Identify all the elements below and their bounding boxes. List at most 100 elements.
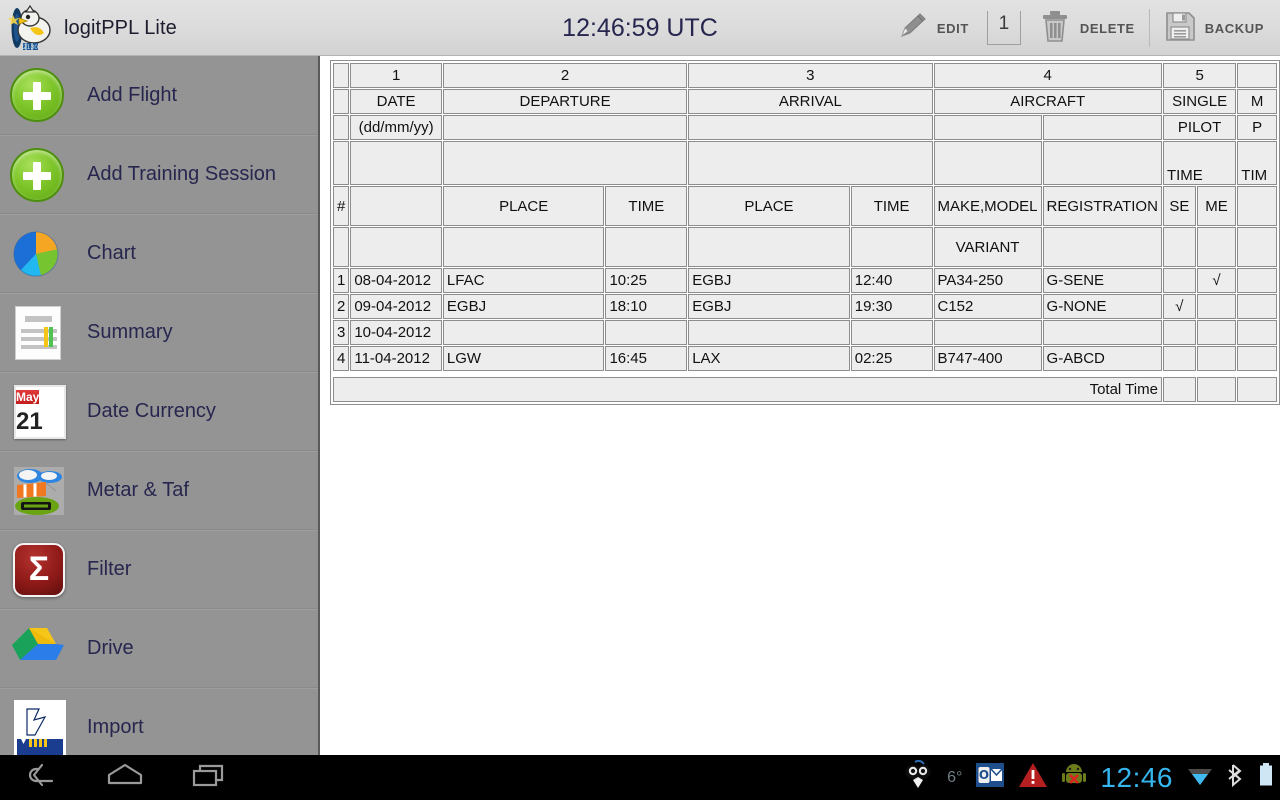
- delete-button[interactable]: DELETE: [1031, 0, 1143, 56]
- group-header-date: DATE: [350, 89, 442, 114]
- cell-se[interactable]: √: [1162, 294, 1196, 319]
- import-icon: [8, 698, 68, 755]
- brand-area: 2130 logitPPL Lite: [6, 0, 177, 56]
- cell-departure-time[interactable]: [605, 320, 688, 345]
- cell-date[interactable]: 11-04-2012: [350, 346, 442, 371]
- sidebar-item-date-currency[interactable]: May 21 Date Currency: [0, 372, 318, 451]
- colnum-5: 5: [1162, 63, 1237, 88]
- sidebar-item-summary[interactable]: Summary: [0, 293, 318, 372]
- cell-date[interactable]: 08-04-2012: [350, 268, 442, 293]
- cell-registration[interactable]: G-NONE: [1042, 294, 1162, 319]
- cell-empty: [1042, 141, 1162, 185]
- table-row-total: Total Time: [333, 377, 1277, 402]
- divider: [1148, 9, 1150, 47]
- cell-make-model[interactable]: PA34-250: [933, 268, 1042, 293]
- cell-me[interactable]: [1196, 294, 1237, 319]
- cell-arrival-place[interactable]: [688, 320, 850, 345]
- cell-row-number: 4: [333, 346, 350, 371]
- sidebar-item-chart[interactable]: Chart: [0, 214, 318, 293]
- document-summary-icon: [8, 303, 68, 363]
- android-navigation-bar: 6° O 12:46: [0, 755, 1280, 800]
- cell-empty: [350, 141, 442, 185]
- logbook-panel: 1 2 3 4 5 DATE DEPARTURE ARRIVAL AIRCRAF…: [322, 56, 1280, 755]
- chick-propeller-icon: 2130: [6, 3, 56, 53]
- sidebar-item-drive[interactable]: Drive: [0, 609, 318, 688]
- svg-text:O: O: [979, 768, 989, 782]
- cell-me[interactable]: [1196, 346, 1237, 371]
- android-error-icon: [1061, 762, 1087, 793]
- cell-make-model[interactable]: B747-400: [933, 346, 1042, 371]
- cell-registration[interactable]: G-SENE: [1042, 268, 1162, 293]
- backup-button[interactable]: BACKUP: [1156, 0, 1272, 56]
- cell-mp[interactable]: [1237, 294, 1277, 319]
- total-me: [1196, 377, 1237, 402]
- sidebar-item-import[interactable]: Import: [0, 688, 318, 755]
- table-row[interactable]: 4 11-04-2012 LGW 16:45 LAX 02:25 B747-40…: [333, 346, 1277, 371]
- cell-mp[interactable]: [1237, 268, 1277, 293]
- colnum-1: 1: [350, 63, 442, 88]
- system-clock: 12:46: [1100, 761, 1173, 793]
- cell-arrival-place[interactable]: EGBJ: [688, 294, 850, 319]
- floppy-disk-icon: [1164, 10, 1196, 47]
- cell-empty: [688, 141, 933, 185]
- sidebar-item-label: Filter: [87, 558, 132, 580]
- colnum-2: 2: [442, 63, 688, 88]
- cell-arrival-time[interactable]: 12:40: [850, 268, 933, 293]
- cell-se[interactable]: [1162, 320, 1196, 345]
- table-row[interactable]: 1 08-04-2012 LFAC 10:25 EGBJ 12:40 PA34-…: [333, 268, 1277, 293]
- sidebar-item-filter[interactable]: Σ Filter: [0, 530, 318, 609]
- sidebar-item-add-training-session[interactable]: Add Training Session: [0, 135, 318, 214]
- cell-arrival-time[interactable]: 19:30: [850, 294, 933, 319]
- calendar-day: 21: [16, 407, 43, 435]
- recent-apps-icon[interactable]: [188, 761, 230, 794]
- cell-departure-place[interactable]: [442, 320, 605, 345]
- back-arrow-icon[interactable]: [22, 761, 62, 794]
- cell-departure-place[interactable]: LGW: [442, 346, 605, 371]
- table-row[interactable]: 2 09-04-2012 EGBJ 18:10 EGBJ 19:30 C152 …: [333, 294, 1277, 319]
- system-status-tray[interactable]: 6° O 12:46: [902, 755, 1274, 800]
- cell-departure-place[interactable]: EGBJ: [442, 294, 605, 319]
- cell-se[interactable]: [1162, 268, 1196, 293]
- cell-make-model[interactable]: C152: [933, 294, 1042, 319]
- table-row-subheader: (dd/mm/yy) PILOT P: [333, 115, 1277, 140]
- nav-buttons: [0, 755, 230, 800]
- edit-button[interactable]: EDIT: [888, 0, 977, 56]
- sidebar-item-add-flight[interactable]: Add Flight: [0, 56, 318, 135]
- cell-arrival-place[interactable]: LAX: [688, 346, 850, 371]
- logbook-table-container[interactable]: 1 2 3 4 5 DATE DEPARTURE ARRIVAL AIRCRAF…: [330, 60, 1280, 405]
- cell-date[interactable]: 09-04-2012: [350, 294, 442, 319]
- cell-arrival-place[interactable]: EGBJ: [688, 268, 850, 293]
- edit-label: EDIT: [936, 20, 969, 36]
- cell-departure-time[interactable]: 16:45: [605, 346, 688, 371]
- sidebar-item-metar-taf[interactable]: Metar & Taf: [0, 451, 318, 530]
- cell-make-model[interactable]: [933, 320, 1042, 345]
- cell-departure-time[interactable]: 18:10: [605, 294, 688, 319]
- cell-registration[interactable]: G-ABCD: [1042, 346, 1162, 371]
- table-row[interactable]: 3 10-04-2012: [333, 320, 1277, 345]
- cell-arrival-time[interactable]: [850, 320, 933, 345]
- sigma-filter-icon: Σ: [8, 540, 68, 600]
- plus-circle-icon: [8, 65, 68, 125]
- cell-me[interactable]: [1196, 320, 1237, 345]
- pencil-icon: [896, 10, 928, 47]
- cell-me[interactable]: √: [1196, 268, 1237, 293]
- total-time-label: Total Time: [333, 377, 1162, 402]
- cell-registration[interactable]: [1042, 320, 1162, 345]
- calendar-icon: May 21: [8, 382, 68, 442]
- cell-mp[interactable]: [1237, 320, 1277, 345]
- cell-date[interactable]: 10-04-2012: [350, 320, 442, 345]
- time-label-multi-cut: TIM: [1237, 141, 1277, 185]
- subheader-pilot-cut: P: [1237, 115, 1277, 140]
- cell-departure-place[interactable]: LFAC: [442, 268, 605, 293]
- cell-departure-time[interactable]: 10:25: [605, 268, 688, 293]
- header-departure-place: PLACE: [442, 186, 605, 226]
- logbook-table: 1 2 3 4 5 DATE DEPARTURE ARRIVAL AIRCRAF…: [332, 62, 1278, 403]
- cell-arrival-time[interactable]: 02:25: [850, 346, 933, 371]
- cell-mp[interactable]: [1237, 346, 1277, 371]
- bird-icon: [902, 759, 934, 795]
- home-icon[interactable]: [104, 761, 146, 794]
- cell-empty: [933, 141, 1042, 185]
- cell-row-number: 1: [333, 268, 350, 293]
- cell-se[interactable]: [1162, 346, 1196, 371]
- edit-count-input[interactable]: 1: [986, 11, 1021, 45]
